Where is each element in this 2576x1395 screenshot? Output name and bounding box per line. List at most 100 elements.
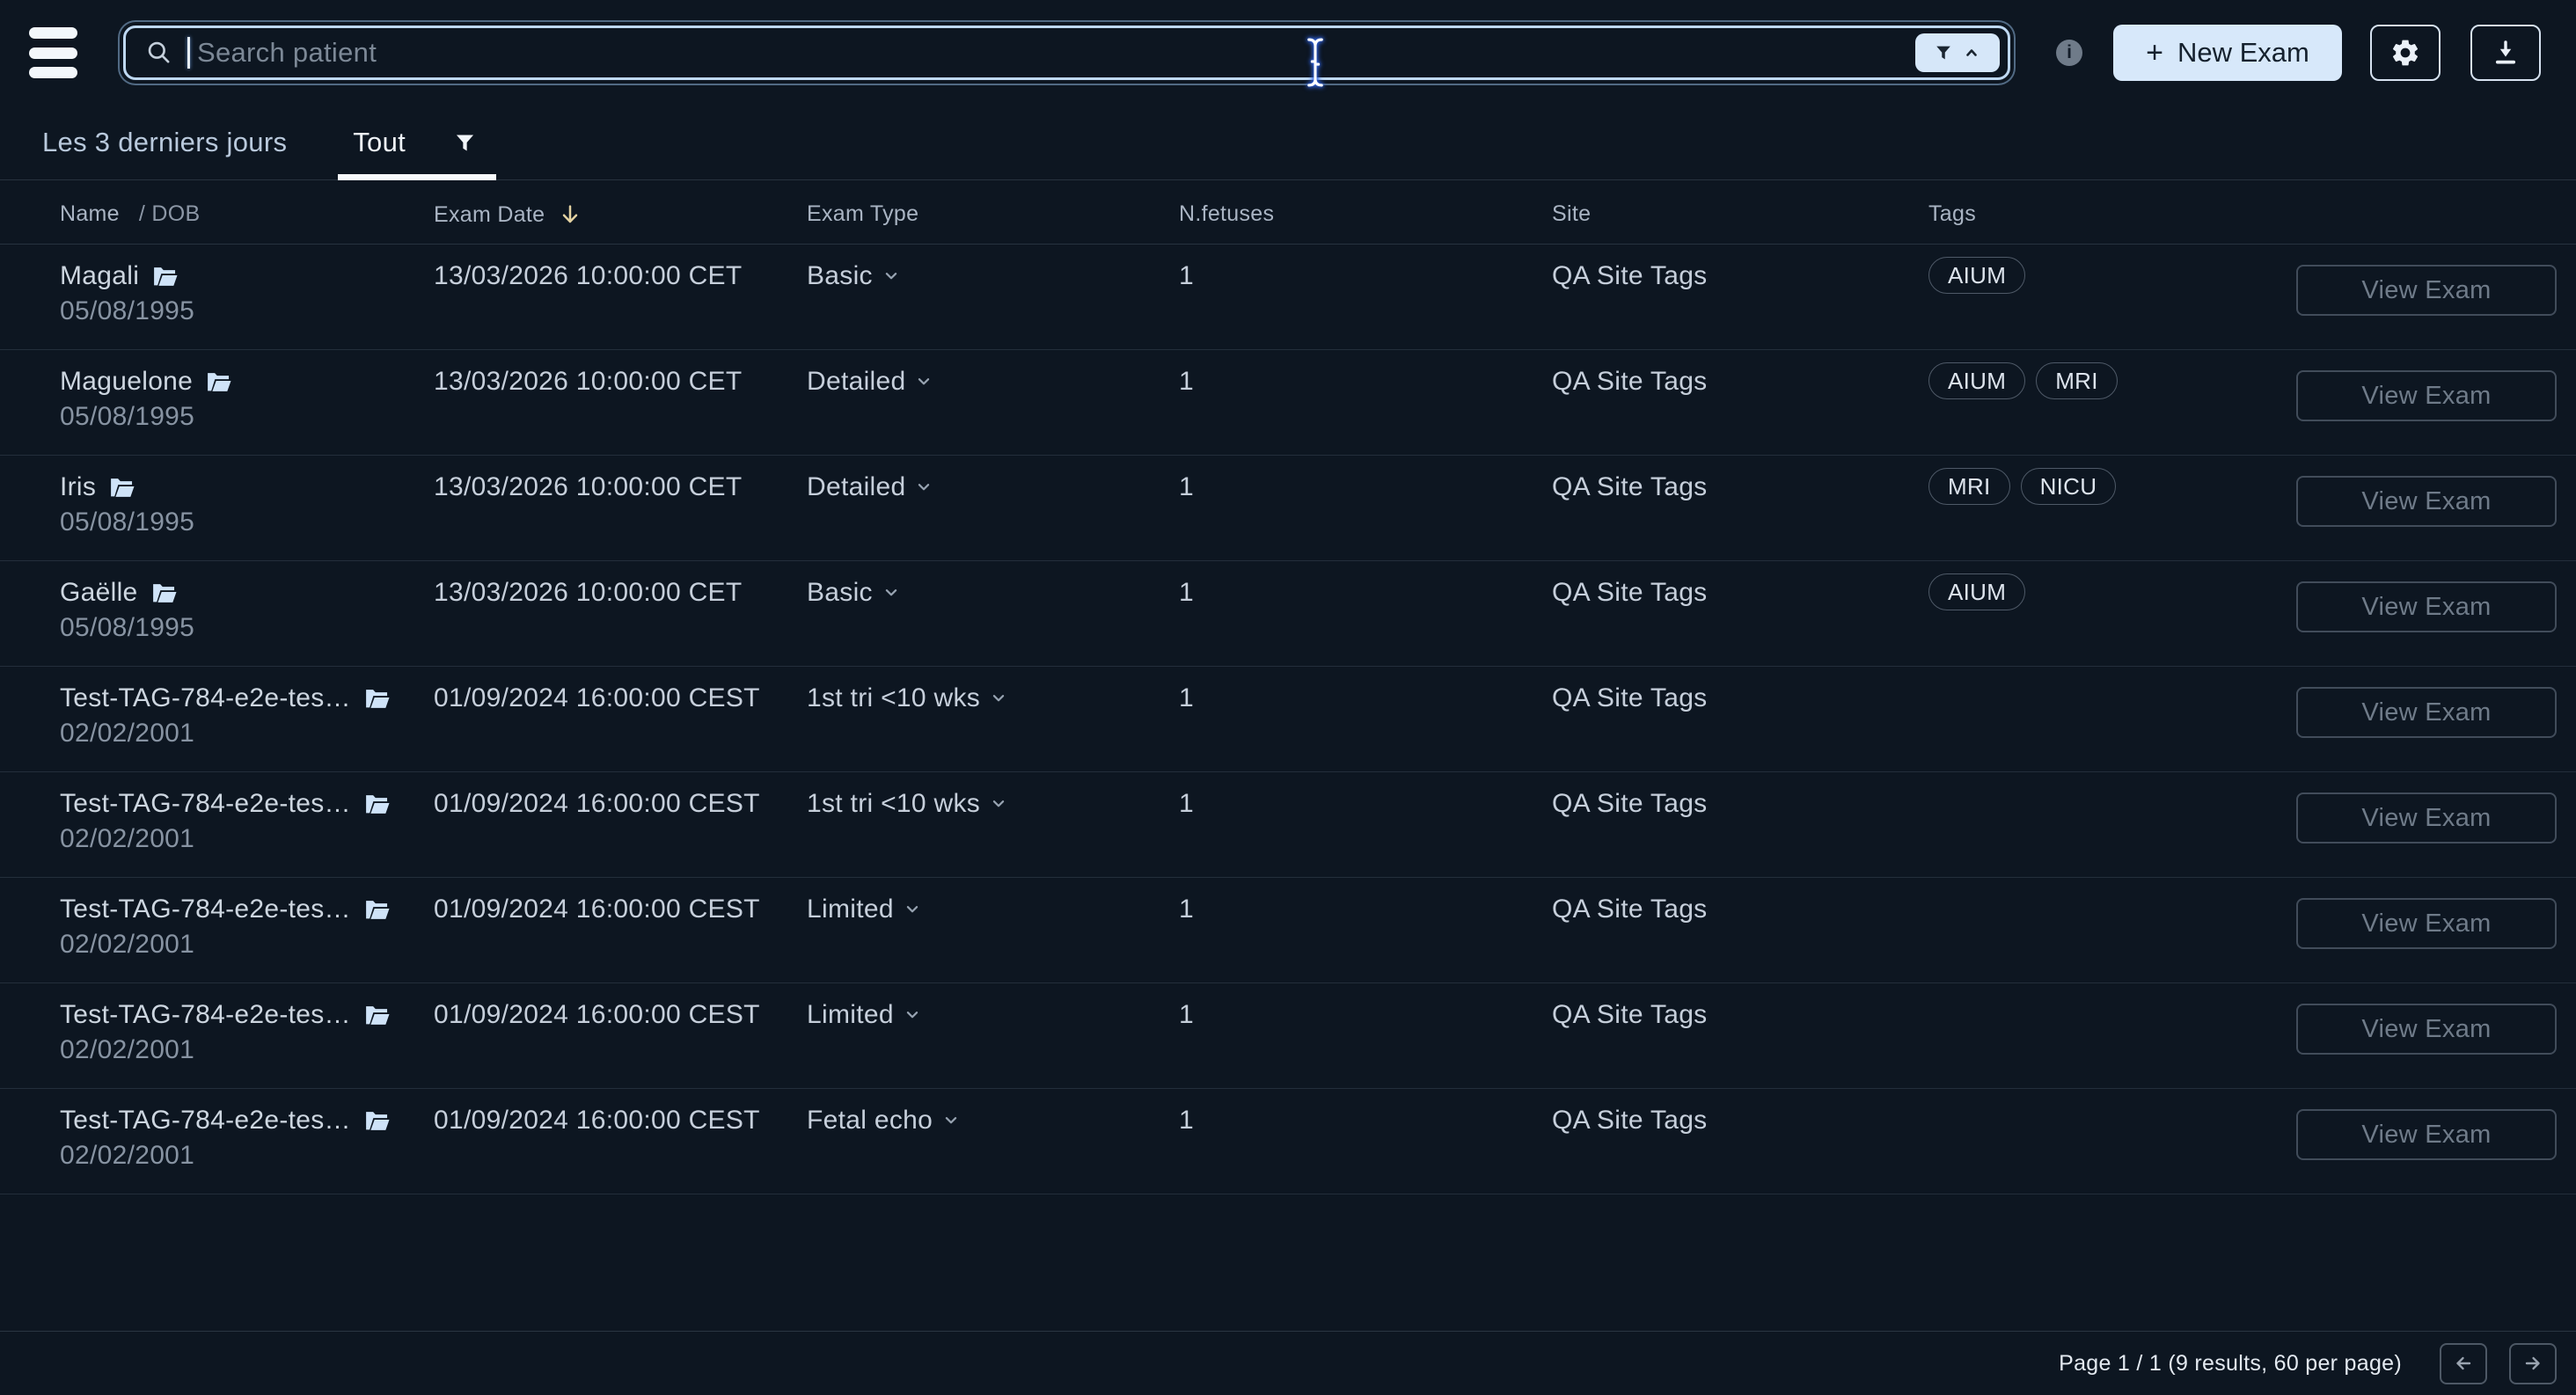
view-exam-button[interactable]: View Exam [2296, 1004, 2557, 1055]
prev-page-button[interactable] [2440, 1342, 2487, 1384]
action-cell: View Exam [2296, 983, 2557, 1055]
n-fetuses-cell: 1 [1179, 683, 1194, 712]
funnel-icon[interactable] [453, 131, 477, 155]
table-row[interactable]: Magali 05/08/1995 13/03/2026 10:00:00 CE… [0, 245, 2576, 350]
patient-name-link[interactable]: Maguelone [60, 364, 434, 399]
header-actions [2296, 180, 2557, 201]
table-row[interactable]: Test-TAG-784-e2e-tes… 02/02/2001 01/09/2… [0, 983, 2576, 1089]
patient-name-link[interactable]: Test-TAG-784-e2e-tes… [60, 1103, 434, 1138]
exam-date-cell: 13/03/2026 10:00:00 CET [434, 472, 743, 501]
export-button[interactable] [2470, 25, 2541, 81]
date-range-filter[interactable]: Les 3 derniers jours [42, 127, 287, 158]
patient-name-link[interactable]: Gaëlle [60, 575, 434, 610]
site-cell: QA Site Tags [1552, 683, 1708, 712]
open-folder-icon [208, 372, 231, 391]
page-summary: Page 1 / 1 (9 results, 60 per page) [2059, 1350, 2402, 1376]
new-exam-button[interactable]: + New Exam [2113, 25, 2342, 81]
table-row[interactable]: Test-TAG-784-e2e-tes… 02/02/2001 01/09/2… [0, 878, 2576, 983]
table-row[interactable]: Maguelone 05/08/1995 13/03/2026 10:00:00… [0, 350, 2576, 456]
chevron-down-icon [906, 1012, 918, 1019]
search-input[interactable] [190, 37, 1915, 69]
exam-type-dropdown[interactable]: Basic [807, 245, 1179, 294]
chevron-up-icon [1966, 49, 1977, 56]
view-exam-button[interactable]: View Exam [2296, 898, 2557, 949]
n-fetuses-cell: 1 [1179, 1000, 1194, 1029]
exam-type-dropdown[interactable]: Basic [807, 561, 1179, 610]
action-cell: View Exam [2296, 667, 2557, 738]
settings-button[interactable] [2370, 25, 2441, 81]
name-dob-cell: Test-TAG-784-e2e-tes… 02/02/2001 [60, 1089, 434, 1173]
view-exam-button[interactable]: View Exam [2296, 370, 2557, 421]
tab-tout[interactable]: Tout [338, 106, 497, 180]
exam-type-dropdown[interactable]: Detailed [807, 456, 1179, 505]
open-folder-icon [365, 689, 390, 708]
table-row[interactable]: Iris 05/08/1995 13/03/2026 10:00:00 CET … [0, 456, 2576, 561]
patient-name-link[interactable]: Test-TAG-784-e2e-tes… [60, 892, 434, 927]
search-icon [148, 41, 170, 63]
view-exam-button[interactable]: View Exam [2296, 1109, 2557, 1160]
exam-type-dropdown[interactable]: Fetal echo [807, 1089, 1179, 1138]
header-tags: Tags [1928, 201, 1977, 226]
exam-type-dropdown[interactable]: 1st tri <10 wks [807, 772, 1179, 822]
search-filter-button[interactable] [1915, 33, 2000, 72]
name-dob-cell: Test-TAG-784-e2e-tes… 02/02/2001 [60, 772, 434, 857]
table-row[interactable]: Test-TAG-784-e2e-tes… 02/02/2001 01/09/2… [0, 1089, 2576, 1194]
pagination-bar: Page 1 / 1 (9 results, 60 per page) [0, 1331, 2576, 1395]
open-folder-icon [365, 794, 390, 814]
info-icon[interactable]: i [2056, 40, 2082, 66]
action-cell: View Exam [2296, 456, 2557, 527]
exam-date-cell: 01/09/2024 16:00:00 CEST [434, 895, 760, 924]
view-exam-button[interactable]: View Exam [2296, 687, 2557, 738]
name-dob-cell: Gaëlle 05/08/1995 [60, 561, 434, 646]
n-fetuses-cell: 1 [1179, 261, 1194, 290]
tab-label: Tout [353, 127, 406, 157]
view-exam-button[interactable]: View Exam [2296, 476, 2557, 527]
name-dob-cell: Maguelone 05/08/1995 [60, 350, 434, 435]
patient-name-link[interactable]: Test-TAG-784-e2e-tes… [60, 786, 434, 822]
view-exam-button[interactable]: View Exam [2296, 265, 2557, 316]
site-cell: QA Site Tags [1552, 1000, 1708, 1029]
table-row[interactable]: Test-TAG-784-e2e-tes… 02/02/2001 01/09/2… [0, 772, 2576, 878]
menu-button[interactable] [29, 27, 77, 78]
open-folder-icon [365, 1005, 390, 1025]
search-bar [123, 26, 2010, 80]
site-cell: QA Site Tags [1552, 472, 1708, 501]
patient-name-link[interactable]: Magali [60, 259, 434, 294]
open-folder-icon [154, 267, 178, 286]
sort-desc-icon [563, 205, 578, 223]
download-icon [2495, 40, 2516, 64]
patient-name-link[interactable]: Test-TAG-784-e2e-tes… [60, 997, 434, 1033]
view-exam-button[interactable]: View Exam [2296, 792, 2557, 844]
topbar: i + New Exam [0, 0, 2576, 106]
view-exam-button[interactable]: View Exam [2296, 581, 2557, 632]
name-dob-cell: Test-TAG-784-e2e-tes… 02/02/2001 [60, 983, 434, 1068]
exam-type-value: 1st tri <10 wks [807, 683, 981, 712]
table-row[interactable]: Test-TAG-784-e2e-tes… 02/02/2001 01/09/2… [0, 667, 2576, 772]
header-exam-date[interactable]: Exam Date [434, 180, 807, 228]
menu-bar [29, 67, 77, 78]
patient-name: Maguelone [60, 367, 194, 396]
header-n-fetuses: N.fetuses [1179, 201, 1275, 226]
table-body: Magali 05/08/1995 13/03/2026 10:00:00 CE… [0, 245, 2576, 1194]
table-row[interactable]: Gaëlle 05/08/1995 13/03/2026 10:00:00 CE… [0, 561, 2576, 667]
tag-pill: AIUM [1928, 257, 2026, 294]
site-cell: QA Site Tags [1552, 895, 1708, 924]
site-cell: QA Site Tags [1552, 367, 1708, 396]
action-cell: View Exam [2296, 561, 2557, 632]
next-page-button[interactable] [2509, 1342, 2557, 1384]
exam-type-dropdown[interactable]: 1st tri <10 wks [807, 667, 1179, 716]
gear-icon [2392, 40, 2419, 66]
name-dob-cell: Test-TAG-784-e2e-tes… 02/02/2001 [60, 667, 434, 751]
patient-dob: 02/02/2001 [60, 824, 195, 853]
n-fetuses-cell: 1 [1179, 1106, 1194, 1135]
exam-type-dropdown[interactable]: Limited [807, 983, 1179, 1033]
exam-type-dropdown[interactable]: Detailed [807, 350, 1179, 399]
patient-name-link[interactable]: Iris [60, 470, 434, 505]
exam-type-dropdown[interactable]: Limited [807, 878, 1179, 927]
chevron-down-icon [918, 378, 930, 385]
patient-name: Magali [60, 261, 140, 290]
tag-pill: AIUM [1928, 573, 2026, 610]
patient-name-link[interactable]: Test-TAG-784-e2e-tes… [60, 681, 434, 716]
tag-list [1928, 772, 2296, 785]
exam-date-cell: 01/09/2024 16:00:00 CEST [434, 1106, 760, 1135]
